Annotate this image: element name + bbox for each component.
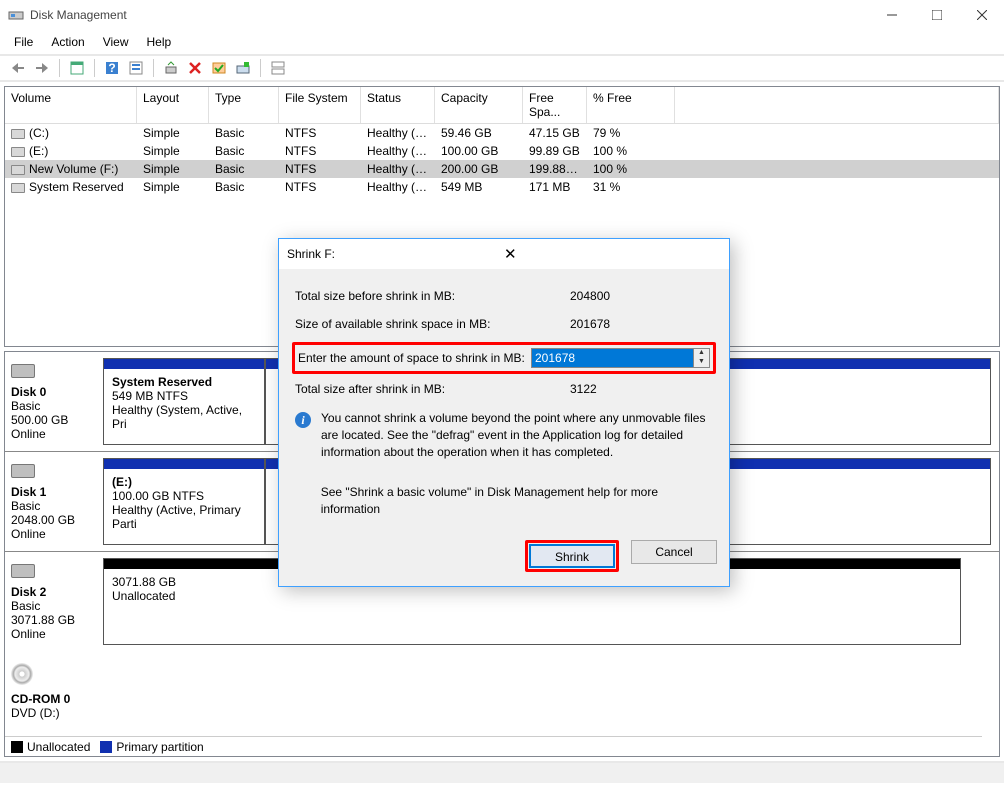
- col-free[interactable]: Free Spa...: [523, 87, 587, 123]
- info-icon: i: [295, 412, 311, 428]
- help-text: See "Shrink a basic volume" in Disk Mana…: [321, 484, 713, 518]
- back-button[interactable]: [8, 58, 28, 78]
- drive-icon: [11, 147, 25, 157]
- legend-unallocated: Unallocated: [27, 740, 90, 754]
- menu-help[interactable]: Help: [139, 32, 180, 52]
- col-type[interactable]: Type: [209, 87, 279, 123]
- total-before-label: Total size before shrink in MB:: [295, 289, 570, 303]
- col-capacity[interactable]: Capacity: [435, 87, 523, 123]
- spin-down-icon[interactable]: ▼: [694, 358, 709, 367]
- legend-primary-swatch: [100, 741, 112, 753]
- forward-button[interactable]: [32, 58, 52, 78]
- spin-up-icon[interactable]: ▲: [694, 349, 709, 358]
- disk-icon: [11, 464, 35, 478]
- avail-label: Size of available shrink space in MB:: [295, 317, 570, 331]
- app-icon: [8, 7, 24, 23]
- total-after-label: Total size after shrink in MB:: [295, 382, 570, 396]
- volume-row[interactable]: New Volume (F:)SimpleBasicNTFSHealthy (P…: [5, 160, 999, 178]
- volume-row[interactable]: (C:)SimpleBasicNTFSHealthy (B...59.46 GB…: [5, 124, 999, 142]
- legend: Unallocated Primary partition: [5, 736, 982, 756]
- cdrom-icon: [11, 663, 33, 685]
- info-text: You cannot shrink a volume beyond the po…: [321, 410, 713, 460]
- shrink-amount-label: Enter the amount of space to shrink in M…: [298, 351, 531, 365]
- dialog-close-button[interactable]: ✕: [500, 245, 721, 263]
- drive-icon: [11, 129, 25, 139]
- col-volume[interactable]: Volume: [5, 87, 137, 123]
- spinner[interactable]: ▲▼: [694, 348, 710, 368]
- legend-unallocated-swatch: [11, 741, 23, 753]
- cdrom-sub: DVD (D:): [11, 706, 99, 720]
- refresh-icon[interactable]: [161, 58, 181, 78]
- drive-icon[interactable]: [233, 58, 253, 78]
- shrink-dialog: Shrink F: ✕ Total size before shrink in …: [278, 238, 730, 587]
- toolbar: ?: [0, 54, 1004, 82]
- volume-row[interactable]: System ReservedSimpleBasicNTFSHealthy (S…: [5, 178, 999, 196]
- layout-icon[interactable]: [268, 58, 288, 78]
- drive-icon: [11, 165, 25, 175]
- maximize-button[interactable]: [914, 0, 959, 30]
- partition[interactable]: (E:)100.00 GB NTFSHealthy (Active, Prima…: [103, 458, 265, 545]
- shrink-button[interactable]: Shrink: [529, 544, 615, 568]
- menu-view[interactable]: View: [95, 32, 137, 52]
- disk-icon: [11, 364, 35, 378]
- title-bar: Disk Management: [0, 0, 1004, 30]
- partition[interactable]: System Reserved549 MB NTFSHealthy (Syste…: [103, 358, 265, 445]
- shrink-amount-input[interactable]: [531, 348, 694, 368]
- menu-bar: File Action View Help: [0, 30, 1004, 54]
- window-title: Disk Management: [30, 8, 869, 22]
- menu-file[interactable]: File: [6, 32, 41, 52]
- disk-icon: [11, 564, 35, 578]
- status-bar: [0, 761, 1004, 783]
- col-pct[interactable]: % Free: [587, 87, 675, 123]
- check-icon[interactable]: [209, 58, 229, 78]
- cancel-button[interactable]: Cancel: [631, 540, 717, 564]
- minimize-button[interactable]: [869, 0, 914, 30]
- settings-icon[interactable]: [126, 58, 146, 78]
- col-status[interactable]: Status: [361, 87, 435, 123]
- total-before-value: 204800: [570, 289, 713, 303]
- view-icon[interactable]: [67, 58, 87, 78]
- close-button[interactable]: [959, 0, 1004, 30]
- drive-icon: [11, 183, 25, 193]
- total-after-value: 3122: [570, 382, 713, 396]
- col-fs[interactable]: File System: [279, 87, 361, 123]
- dialog-title: Shrink F:: [287, 247, 500, 261]
- cdrom-name: CD-ROM 0: [11, 692, 99, 706]
- legend-primary: Primary partition: [116, 740, 203, 754]
- dialog-titlebar[interactable]: Shrink F: ✕: [279, 239, 729, 269]
- volume-row[interactable]: (E:)SimpleBasicNTFSHealthy (A...100.00 G…: [5, 142, 999, 160]
- menu-action[interactable]: Action: [43, 32, 92, 52]
- svg-text:?: ?: [108, 61, 115, 75]
- help-icon[interactable]: ?: [102, 58, 122, 78]
- avail-value: 201678: [570, 317, 713, 331]
- volume-table-header: Volume Layout Type File System Status Ca…: [5, 87, 999, 124]
- delete-icon[interactable]: [185, 58, 205, 78]
- col-layout[interactable]: Layout: [137, 87, 209, 123]
